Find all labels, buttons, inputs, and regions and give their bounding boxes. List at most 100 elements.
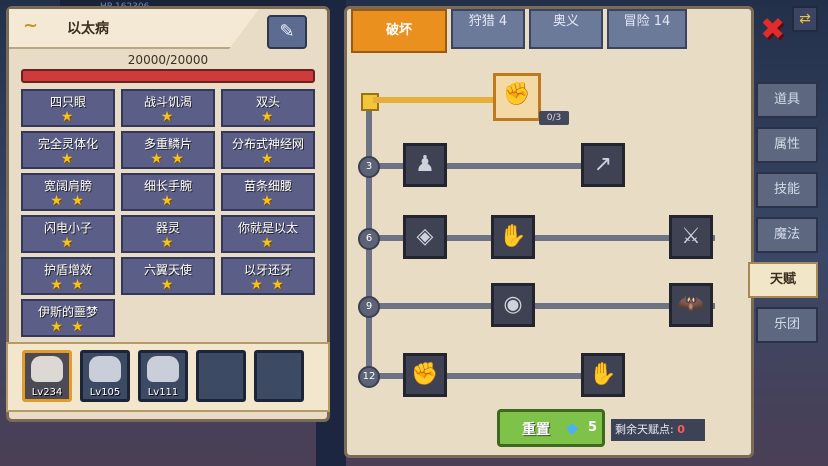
talent-label: 六翼天使 <box>143 263 192 277</box>
talent-label: 细长手腕 <box>143 179 192 193</box>
muscle-man-icon[interactable]: ♟ <box>403 143 447 187</box>
talent-cell[interactable]: 器灵 ★ <box>121 215 215 253</box>
talent-label: 完全灵体化 <box>37 137 98 151</box>
tree-branch-9 <box>373 303 715 309</box>
talent-cell[interactable]: 护盾增效 ★ ★ <box>21 257 115 295</box>
talent-label: 闪电小子 <box>43 221 92 235</box>
talent-label: 多重鳞片 <box>143 137 192 151</box>
party-level: Lv105 <box>89 387 121 398</box>
tab-secret[interactable]: 奥义 <box>529 9 603 49</box>
shield-slash-icon[interactable]: ◈ <box>403 215 447 259</box>
talent-label: 苗条细腰 <box>243 179 292 193</box>
skill-point-count: 0/3 <box>539 111 569 125</box>
level-node-9: 9 <box>358 296 380 318</box>
reset-button[interactable]: 重置 ◆ 5 <box>497 409 605 447</box>
talent-label: 护盾增效 <box>43 263 92 277</box>
star-icon: ★ ★ <box>50 319 86 335</box>
blade-icon[interactable]: ⚔ <box>669 215 713 259</box>
party-slot[interactable] <box>196 350 246 402</box>
party-bar: Lv234 Lv105 Lv111 <box>6 342 330 412</box>
star-icon: ★ <box>160 193 176 209</box>
tab-destroy[interactable]: 破坏 <box>351 9 447 53</box>
party-level: Lv234 <box>31 387 63 398</box>
talent-label: 伊斯的噩梦 <box>37 305 98 319</box>
arm-wrestle-icon[interactable]: ✊ <box>493 73 541 121</box>
sidebar-item[interactable]: 魔法 <box>756 217 818 253</box>
party-level: Lv111 <box>147 387 179 398</box>
star-icon: ★ <box>260 235 276 251</box>
close-icon[interactable]: ✖ <box>760 12 785 47</box>
party-slot[interactable]: Lv105 <box>80 350 130 402</box>
tab-hunt[interactable]: 狩猎 4 <box>451 9 525 49</box>
diamond-icon: ◆ <box>566 418 579 437</box>
star-icon: ★ ★ <box>50 277 86 293</box>
talent-cell[interactable]: 四只眼 ★ <box>21 89 115 127</box>
star-icon: ★ <box>160 277 176 293</box>
level-node-6: 6 <box>358 228 380 250</box>
remaining-points: 剩余天赋点: 0 <box>611 419 705 441</box>
star-icon: ★ <box>260 151 276 167</box>
talent-label: 分布式神经网 <box>231 137 304 151</box>
talent-label: 战斗饥渴 <box>143 95 192 109</box>
tree-branch-top <box>373 97 493 103</box>
edit-button[interactable]: ✎ <box>267 15 307 49</box>
swap-arrow-icon[interactable]: ↗ <box>581 143 625 187</box>
talent-cell[interactable]: 多重鳞片 ★ ★ <box>121 131 215 169</box>
fist-icon[interactable]: ✊ <box>403 353 447 397</box>
remaining-value: 0 <box>677 423 685 436</box>
hp-bar <box>21 69 315 83</box>
gauntlet-icon[interactable]: ✋ <box>581 353 625 397</box>
talent-cell[interactable]: 六翼天使 ★ <box>121 257 215 295</box>
party-slot[interactable]: Lv111 <box>138 350 188 402</box>
title-tab: ~ 以太病 <box>9 9 259 49</box>
sidebar-item[interactable]: 乐团 <box>756 307 818 343</box>
star-icon: ★ <box>160 235 176 251</box>
star-icon: ★ <box>260 109 276 125</box>
star-icon: ★ <box>160 109 176 125</box>
talent-cell[interactable]: 战斗饥渴 ★ <box>121 89 215 127</box>
swap-icon[interactable]: ⇄ <box>792 6 818 32</box>
star-icon: ★ ★ <box>250 277 286 293</box>
sidebar-item[interactable]: 属性 <box>756 127 818 163</box>
talent-cell[interactable]: 你就是以太 ★ <box>221 215 315 253</box>
talent-cell[interactable]: 以牙还牙 ★ ★ <box>221 257 315 295</box>
star-icon: ★ ★ <box>50 193 86 209</box>
talent-label: 器灵 <box>155 221 180 235</box>
character-name: 以太病 <box>67 21 109 37</box>
talent-cell[interactable]: 苗条细腰 ★ <box>221 173 315 211</box>
level-node-3: 3 <box>358 156 380 178</box>
sidebar-item[interactable]: 技能 <box>756 172 818 208</box>
skill-tree-panel: 破坏 狩猎 4 奥义 冒险 14 ✊ 0/3 3 ♟ ↗ 6 ◈ ✋ ⚔ 9 ◉… <box>344 6 754 458</box>
star-icon: ★ <box>60 151 76 167</box>
talent-label: 宽阔肩膀 <box>43 179 92 193</box>
talent-cell[interactable]: 双头 ★ <box>221 89 315 127</box>
avatar <box>89 356 121 382</box>
talent-label: 你就是以太 <box>237 221 298 235</box>
avatar <box>147 356 179 382</box>
party-slot[interactable]: Lv234 <box>22 350 72 402</box>
star-icon: ★ <box>260 193 276 209</box>
talent-cell[interactable]: 细长手腕 ★ <box>121 173 215 211</box>
tab-adventure[interactable]: 冒险 14 <box>607 9 687 49</box>
party-slot[interactable] <box>254 350 304 402</box>
sidebar-item[interactable]: 天赋 <box>748 262 818 298</box>
ornament-icon: ~ <box>23 15 39 36</box>
talent-label: 四只眼 <box>49 95 86 109</box>
talent-cell[interactable]: 闪电小子 ★ <box>21 215 115 253</box>
talent-cell[interactable]: 伊斯的噩梦 ★ ★ <box>21 299 115 337</box>
talent-cell[interactable]: 分布式神经网 ★ <box>221 131 315 169</box>
star-icon: ★ ★ <box>150 151 186 167</box>
avatar <box>31 356 63 382</box>
bat-wings-icon[interactable]: 🦇 <box>669 283 713 327</box>
star-icon: ★ <box>60 235 76 251</box>
ring-icon[interactable]: ◉ <box>491 283 535 327</box>
reset-cost: 5 <box>588 420 598 435</box>
talent-cell[interactable]: 完全灵体化 ★ <box>21 131 115 169</box>
talent-label: 双头 <box>255 95 280 109</box>
punch-icon[interactable]: ✋ <box>491 215 535 259</box>
reset-label: 重置 <box>522 422 550 438</box>
sidebar-item[interactable]: 道具 <box>756 82 818 118</box>
talent-cell[interactable]: 宽阔肩膀 ★ ★ <box>21 173 115 211</box>
talent-label: 以牙还牙 <box>243 263 292 277</box>
pencil-icon: ✎ <box>279 21 295 42</box>
